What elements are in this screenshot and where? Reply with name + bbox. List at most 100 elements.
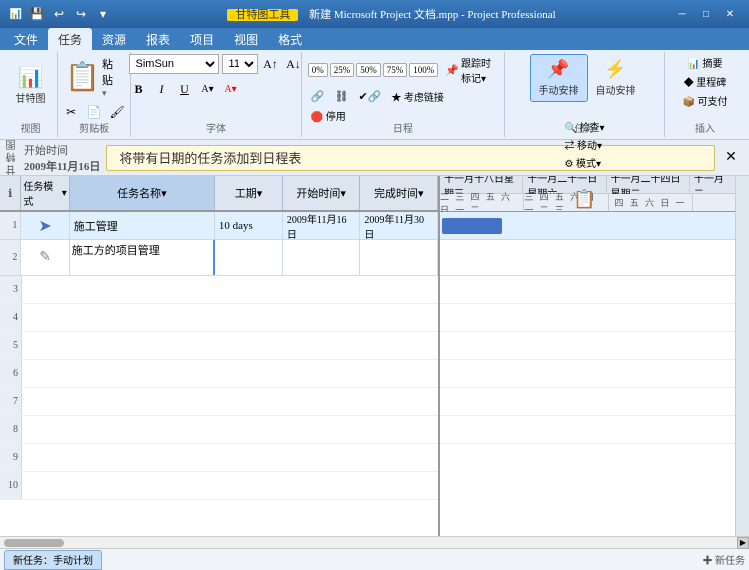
maximize-button[interactable]: □ [695,5,717,23]
check-link-button[interactable]: ✔🔗 [355,89,384,104]
day-row-4 [693,194,735,211]
scroll-right-button[interactable]: ▶ [737,537,749,549]
dropdown-arrow[interactable]: ▾ [94,5,112,23]
undo-button[interactable]: ↩ [50,5,68,23]
row-1-name[interactable]: 施工管理 [70,212,215,239]
milestone-button[interactable]: ◆ 里程碑 [681,73,730,90]
pct-50-button[interactable]: 50% [356,63,381,77]
pct-0-button[interactable]: 0% [308,63,328,77]
row-1-finish[interactable]: 2009年11月30日 [360,212,438,239]
chart-row-8 [440,416,735,444]
auto-schedule-icon: ⚡ [604,59,626,80]
row-2-start[interactable] [283,240,361,275]
duration-col-header[interactable]: 工期 ▾ [215,176,283,210]
move-button[interactable]: ⇄ 移动▾ [562,136,608,153]
bold-button[interactable]: B [129,79,149,99]
manual-schedule-button[interactable]: 📌 手动安排 [530,54,588,102]
pct-25-button[interactable]: 25% [330,63,355,77]
mode-col-header[interactable]: 任务模式 ▾ [21,176,70,210]
h-scrollbar[interactable]: ▶ [0,536,749,548]
decrease-font-button[interactable]: A↓ [284,54,304,74]
bottom-tab-manual[interactable]: 新任务：手动计划 [4,550,102,570]
tab-view[interactable]: 视图 [224,28,268,50]
font-select-row: SimSun 11 A↑ A↓ [129,54,304,74]
mode-button[interactable]: ⚙ 模式▾ [562,154,608,171]
pct-100-button[interactable]: 100% [409,63,438,77]
table-row-2: 2 ✎ 施工方的项目管理 [0,240,438,276]
manual-mode-icon: ✎ [39,249,51,266]
start-col-header[interactable]: 开始时间 ▾ [283,176,361,210]
row-2-duration[interactable] [215,240,283,275]
notification-text: 将带有日期的任务添加到日程表 [119,148,301,167]
paste-button[interactable]: 📋 粘贴 ▾ [61,54,127,101]
gantt-view-button[interactable]: 📊 甘特图 [12,66,50,107]
italic-button[interactable]: I [152,79,172,99]
empty-row-3: 3 [0,276,438,304]
schedule-group-label: 日程 [393,120,413,135]
ribbon-group-task: 📌 手动安排 ⚡ 自动安排 🔍 检查▾ ⇄ 移动▾ ⚙ 模式▾ 📋 任务 任务 [505,52,665,137]
increase-font-button[interactable]: A↑ [261,54,281,74]
quick-access-toolbar: 💾 ↩ ↪ ▾ [28,5,112,23]
name-col-header[interactable]: 任务名称 ▾ [70,176,215,210]
cut-button[interactable]: ✂ [61,102,81,122]
format-painter-button[interactable]: 🖌 [107,102,127,122]
auto-schedule-button[interactable]: ⚡ 自动安排 [592,57,640,99]
font-group-label: 字体 [206,120,226,135]
font-family-select[interactable]: SimSun [129,54,219,74]
highlight-button[interactable]: A▾ [198,79,218,99]
schedule-row3: 🛑 停用 [308,107,349,124]
ribbon: 📊 甘特图 视图 📋 粘贴 ▾ ✂ 📄 🖌 剪贴板 [0,50,749,140]
notification-bar: 将带有日期的任务添加到日程表 [106,145,715,171]
status-right: ✚ 新任务 [703,552,746,567]
tab-report[interactable]: 报表 [136,28,180,50]
tab-task[interactable]: 任务 [48,28,92,50]
empty-row-7: 7 [0,388,438,416]
row-2-name[interactable]: 施工方的项目管理 [70,240,215,275]
empty-row-4: 4 [0,304,438,332]
redo-button[interactable]: ↪ [72,5,90,23]
tab-file[interactable]: 文件 [4,28,48,50]
save-button[interactable]: 💾 [28,5,46,23]
row-1-mode[interactable]: ➤ [21,212,69,239]
link-tasks-button[interactable]: 🔗 [308,89,328,104]
tab-format[interactable]: 格式 [268,28,312,50]
copy-button[interactable]: 📄 [84,102,104,122]
row-1-start[interactable]: 2009年11月16日 [283,212,361,239]
chart-row-2 [440,240,735,276]
stop-button[interactable]: 🛑 停用 [308,107,349,124]
tab-project[interactable]: 项目 [180,28,224,50]
font-format-row: B I U A▾ A▾ [129,79,241,99]
info-col-header: ℹ [0,176,21,210]
row-1-duration[interactable]: 10 days [215,212,283,239]
track-milestone-button[interactable]: 📌 跟踪时标记▾ [442,54,498,86]
row-2-finish[interactable] [360,240,438,275]
chart-area: 十一月十八日星期三 十一月二十一日星期六 十一月二十四日星期二 十一月二 二 三… [440,176,735,536]
schedule-row1: 0% 25% 50% 75% 100% 📌 跟踪时标记▾ [308,54,498,86]
pct-75-button[interactable]: 75% [383,63,408,77]
right-sidebar [735,176,749,536]
notification-close-button[interactable]: ✕ [721,148,741,168]
chart-empty-area [440,276,735,536]
font-color-button[interactable]: A▾ [221,79,241,99]
ribbon-group-schedule: 0% 25% 50% 75% 100% 📌 跟踪时标记▾ 🔗 ⛓ ✔🔗 ★ 考虑… [302,52,505,137]
auto-mode-icon: ➤ [38,216,51,236]
minimize-button[interactable]: ─ [671,5,693,23]
scrollbar-thumb[interactable] [4,539,64,547]
gantt-label: 甘特图 [16,90,46,105]
underline-button[interactable]: U [175,79,195,99]
tab-resource[interactable]: 资源 [92,28,136,50]
chart-row-1 [440,212,735,240]
summary-button[interactable]: 📊 摘要 [685,54,726,71]
pct-buttons: 0% 25% 50% 75% 100% [308,63,439,77]
unlink-button[interactable]: ⛓ [332,89,352,104]
start-label: 开始时间 [24,142,100,158]
deliverable-button[interactable]: 📦 可支付 [680,92,731,109]
day-row-1: 二 三 四 五 六 日 一 二 [440,194,524,211]
consider-link-button[interactable]: ★ 考虑链接 [388,88,447,105]
row-1-number: 1 [0,212,21,239]
main-content: ℹ 任务模式 ▾ 任务名称 ▾ 工期 ▾ 开始时间 ▾ 完成时间 ▾ [0,176,749,536]
finish-col-header[interactable]: 完成时间 ▾ [360,176,438,210]
font-size-select[interactable]: 11 [222,54,258,74]
row-2-mode[interactable]: ✎ [21,240,69,275]
close-button[interactable]: ✕ [719,5,741,23]
